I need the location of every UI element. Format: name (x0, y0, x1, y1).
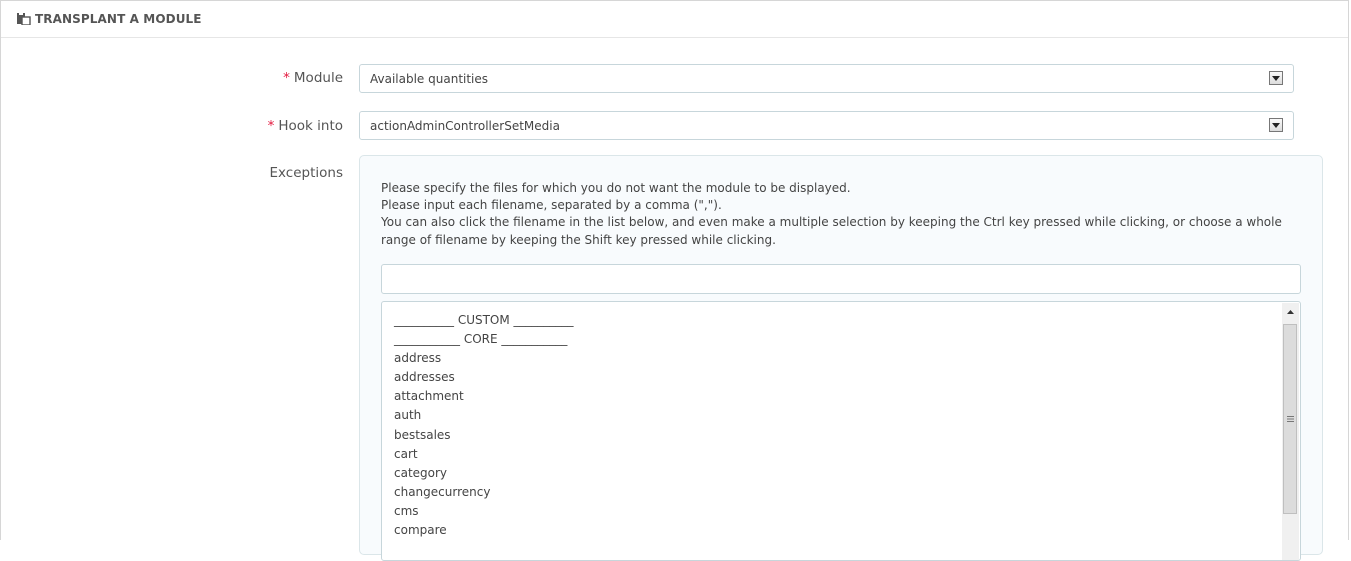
chevron-down-icon[interactable] (1269, 118, 1283, 132)
required-marker: * (283, 70, 290, 86)
help-line: Please input each filename, separated by… (381, 198, 722, 213)
module-label-text: Module (293, 70, 343, 86)
list-item[interactable]: bestsales (394, 426, 1300, 445)
help-line: You can also click the filename in the l… (381, 215, 1282, 247)
module-label: * Module (283, 70, 343, 86)
list-item[interactable]: compare (394, 521, 1300, 540)
help-line: Please specify the files for which you d… (381, 181, 851, 195)
required-marker: * (267, 118, 275, 134)
exceptions-label: Exceptions (269, 165, 343, 181)
list-item[interactable]: __________ CUSTOM __________ (394, 311, 1300, 330)
hook-select[interactable]: actionAdminControllerSetMedia (359, 111, 1294, 140)
list-scrollbar[interactable] (1282, 303, 1299, 560)
scroll-thumb[interactable] (1283, 324, 1297, 514)
transplant-module-panel: TRANSPLANT A MODULE * Module Available qu… (0, 0, 1349, 561)
list-item[interactable]: cms (394, 502, 1300, 521)
exceptions-well: Please specify the files for which you d… (359, 155, 1323, 561)
paste-icon (17, 13, 31, 26)
chevron-down-icon[interactable] (1269, 71, 1283, 85)
hook-select-value: actionAdminControllerSetMedia (370, 118, 560, 133)
grip-icon (1286, 416, 1294, 422)
hook-label: * Hook into (268, 118, 343, 134)
exceptions-file-list[interactable]: __________ CUSTOM __________ ___________… (381, 301, 1301, 561)
list-item[interactable]: cart (394, 445, 1300, 464)
list-item[interactable]: address (394, 349, 1300, 368)
list-item[interactable]: auth (394, 406, 1300, 425)
panel-title: TRANSPLANT A MODULE (35, 12, 202, 26)
list-item[interactable]: attachment (394, 387, 1300, 406)
list-item[interactable]: addresses (394, 368, 1300, 387)
list-item[interactable]: changecurrency (394, 483, 1300, 502)
list-item[interactable]: ___________ CORE ___________ (394, 330, 1300, 349)
exceptions-input[interactable] (381, 264, 1301, 294)
panel-heading: TRANSPLANT A MODULE (1, 1, 1348, 38)
list-item[interactable]: category (394, 464, 1300, 483)
module-select[interactable]: Available quantities (359, 64, 1294, 93)
module-select-value: Available quantities (370, 71, 489, 86)
hook-label-text: Hook into (278, 118, 343, 134)
scroll-up-icon[interactable] (1282, 303, 1299, 320)
exceptions-help: Please specify the files for which you d… (381, 180, 1311, 249)
